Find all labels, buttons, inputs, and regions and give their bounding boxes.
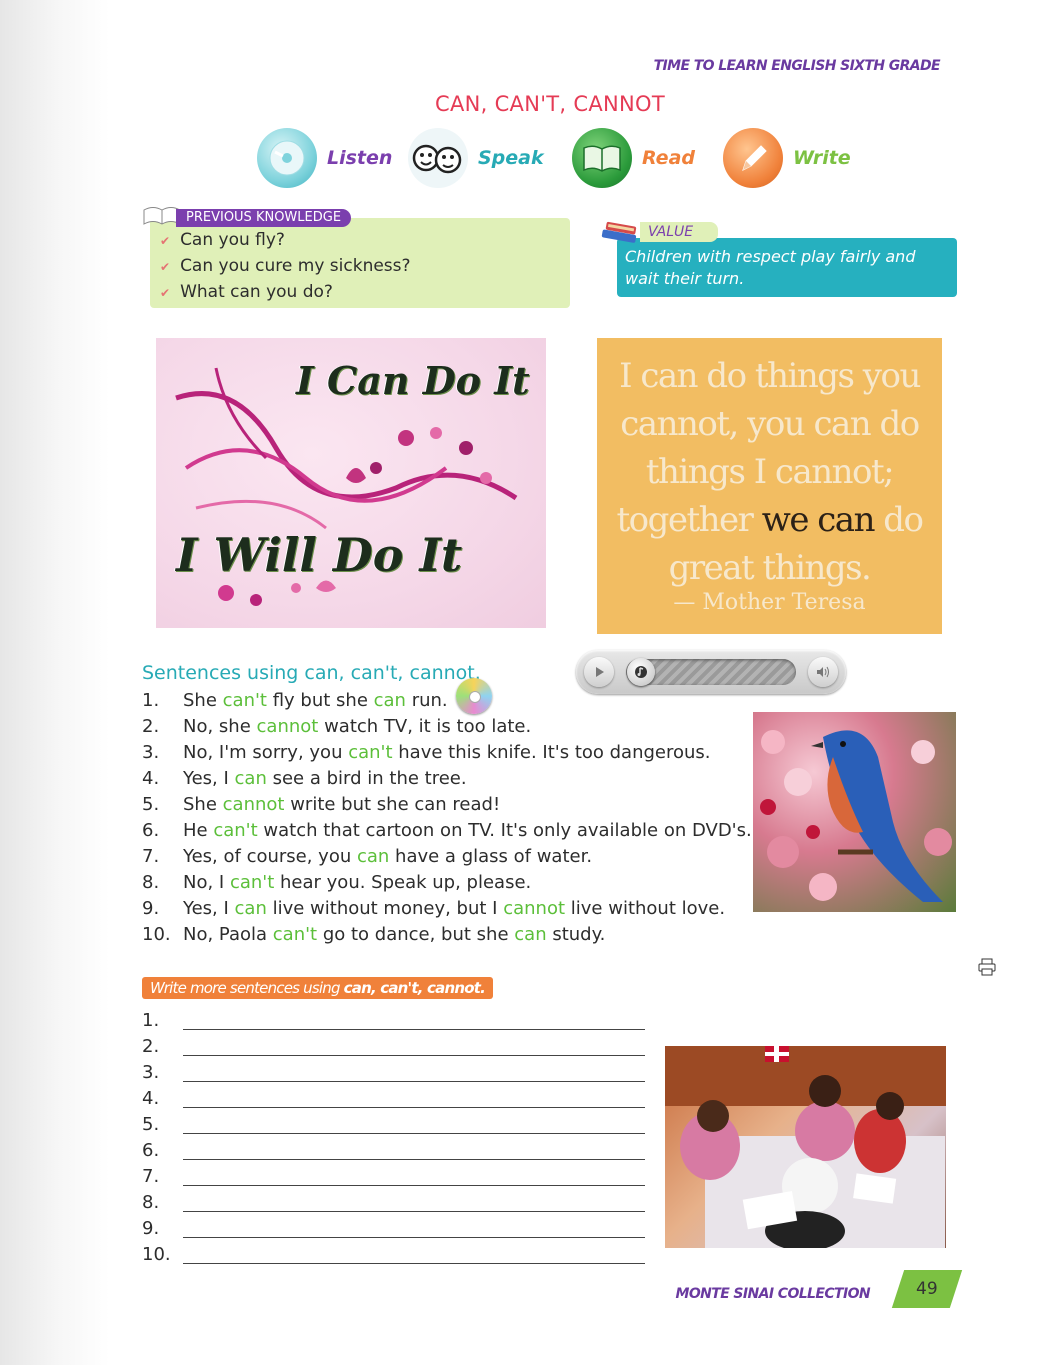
list-item: ✔ Can you cure my sickness? [160, 256, 411, 276]
play-button[interactable] [584, 657, 614, 687]
skill-speak: Speak [408, 126, 544, 190]
sentence-item: 8. No, I can't hear you. Speak up, please… [142, 872, 532, 893]
children-studying-image [665, 1046, 946, 1248]
page-number-badge: 49 [891, 1270, 963, 1308]
modal-verb-highlight: can [234, 898, 267, 919]
blank-answer-line[interactable] [183, 1211, 645, 1212]
footer-collection: MONTE SINAI COLLECTION [675, 1286, 871, 1302]
quote-image: I can do things you cannot, you can do t… [597, 338, 942, 634]
check-icon: ✔ [160, 234, 171, 248]
blank-answer-line[interactable] [183, 1159, 645, 1160]
skill-label: Listen [327, 147, 393, 169]
image-caption-top: I Can Do It [296, 358, 530, 403]
modal-verb-highlight: can [373, 690, 406, 711]
sentence-item: 2. No, she cannot watch TV, it is too lat… [142, 716, 532, 737]
volume-button[interactable] [808, 657, 838, 687]
blank-answer-line[interactable] [183, 1081, 645, 1082]
list-item: ✔ What can you do? [160, 282, 333, 302]
skill-label: Read [642, 147, 695, 169]
sentence-item: 6. He can't watch that cartoon on TV. It'… [142, 820, 752, 841]
sentence-item: 5. She cannot write but she can read! [142, 794, 501, 815]
modal-verb-highlight: can [514, 924, 547, 945]
cd-icon [257, 128, 317, 188]
modal-verb-highlight: can [234, 768, 267, 789]
check-icon: ✔ [160, 260, 171, 274]
blank-answer-line[interactable] [183, 1185, 645, 1186]
skill-label: Speak [478, 147, 544, 169]
pencil-icon [723, 128, 783, 188]
faces-icon [408, 128, 468, 188]
modal-verb-highlight: can't [272, 924, 318, 945]
blank-answer-line[interactable] [183, 1107, 645, 1108]
blank-answer-line[interactable] [183, 1055, 645, 1056]
sentence-item: 9. Yes, I can live without money, but I c… [142, 898, 726, 919]
image-caption-bottom: I Will Do It [176, 528, 463, 582]
value-box: Children with respect play fairly and wa… [617, 238, 957, 297]
blank-answer-line[interactable] [183, 1029, 645, 1030]
skill-read: Read [572, 126, 695, 190]
volume-icon [817, 666, 829, 678]
previous-knowledge-list: ✔ Can you fly? ✔ Can you cure my sickness?… [160, 228, 411, 306]
modal-verb-highlight: cannot [256, 716, 319, 737]
play-icon [596, 667, 604, 677]
blank-answer-line[interactable] [183, 1263, 645, 1264]
modal-verb-highlight: can't [213, 820, 258, 841]
progress-thumb[interactable] [627, 658, 655, 686]
page-number: 49 [916, 1279, 938, 1299]
page-title: CAN, CAN'T, CANNOT [435, 92, 665, 116]
skill-listen: Listen [257, 126, 392, 190]
write-more-tag: Write more sentences using can, can't, c… [142, 977, 493, 999]
series-header: TIME TO LEARN ENGLISH SIXTH GRADE [653, 58, 941, 74]
previous-knowledge-tag: PREVIOUS KNOWLEDGE [176, 209, 352, 227]
blank-answer-line[interactable] [183, 1237, 645, 1238]
book-icon [572, 128, 632, 188]
sentences-list: 1. She can't fly but she can run. 2. No, sh… [142, 688, 752, 948]
books-icon [600, 218, 642, 250]
sentence-item: 7. Yes, of course, you can have a glass o… [142, 846, 593, 867]
bluebird-image [753, 712, 956, 912]
modal-verb-highlight: can't [348, 742, 393, 763]
skill-write: Write [723, 126, 851, 190]
quote-text: I can do things you cannot, you can do t… [616, 356, 924, 588]
modal-verb-highlight: cannot [222, 794, 285, 815]
modal-verb-highlight: can't [222, 690, 267, 711]
skill-label: Write [793, 147, 851, 169]
modal-verb-highlight: can [356, 846, 390, 867]
sentence-item: 4. Yes, I can see a bird in the tree. [142, 768, 467, 789]
blank-answer-line[interactable] [183, 1133, 645, 1134]
list-item: ✔ Can you fly? [160, 230, 285, 250]
print-icon[interactable] [978, 958, 996, 976]
i-can-do-it-image: I Can Do It I Will Do It [156, 338, 546, 628]
check-icon: ✔ [160, 286, 171, 300]
quote-author: — Mother Teresa [673, 590, 866, 615]
progress-track[interactable] [626, 658, 796, 686]
modal-verb-highlight: can't [229, 872, 275, 893]
sentence-item: 1. She can't fly but she can run. [142, 690, 448, 711]
sentence-item: 3. No, I'm sorry, you can't have this kni… [142, 742, 711, 763]
value-tag: VALUE [640, 222, 718, 242]
sentence-item: 10. No, Paola can't go to dance, but she … [142, 924, 606, 945]
music-note-icon [635, 666, 647, 678]
sentences-heading: Sentences using can, can't, cannot. [142, 662, 481, 684]
modal-verb-highlight: cannot [503, 898, 566, 919]
